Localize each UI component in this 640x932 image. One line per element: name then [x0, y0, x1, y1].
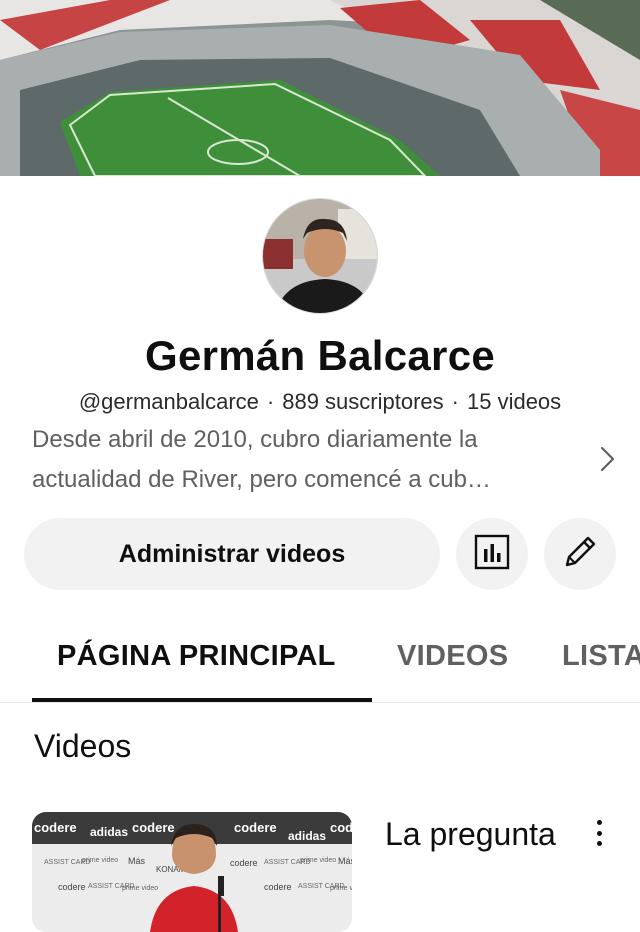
sponsor-label: adidas [90, 825, 128, 839]
channel-handle: @germanbalcarce [78, 389, 259, 414]
section-title: Videos [34, 728, 132, 764]
sponsor-label: prime video [122, 885, 158, 892]
sponsor-label: codere [132, 820, 175, 835]
video-thumbnail[interactable]: codere adidas codere codere adidas coder… [32, 812, 352, 932]
sponsor-label: codere [230, 858, 258, 868]
sponsor-label: prime video [300, 857, 336, 864]
video-title[interactable]: La pregunta [385, 812, 585, 856]
channel-meta: @germanbalcarce · 889 suscriptores · 15 vide… [0, 389, 640, 415]
sponsor-label: codere [234, 820, 277, 835]
sponsor-label: prime video [82, 857, 118, 864]
manage-videos-button[interactable]: Administrar videos [24, 518, 440, 590]
active-tab-indicator [32, 698, 372, 702]
chevron-right-icon[interactable] [596, 445, 620, 473]
video-count: 15 videos [466, 389, 562, 414]
more-options-icon[interactable] [586, 818, 612, 848]
meta-separator: · [266, 389, 275, 414]
channel-name: Germán Balcarce [144, 332, 496, 379]
analytics-button[interactable] [456, 518, 528, 590]
subscriber-count: 889 suscriptores [282, 389, 444, 414]
tab-playlists[interactable]: LISTAS [562, 640, 640, 673]
sponsor-label: adidas [288, 829, 326, 843]
tab-home[interactable]: PÁGINA PRINCIPAL [57, 640, 336, 673]
sponsor-label: codere [34, 820, 77, 835]
channel-tabs: PÁGINA PRINCIPAL VIDEOS LISTAS [0, 612, 640, 703]
sponsor-label: prime video [330, 885, 352, 892]
sponsor-label: codere [264, 882, 292, 892]
sponsor-label: codere [330, 820, 352, 835]
tab-videos[interactable]: VIDEOS [397, 640, 508, 673]
sponsor-label: codere [58, 882, 86, 892]
channel-description[interactable]: Desde abril de 2010, cubro diariamente l… [32, 420, 592, 500]
sponsor-label: Más [128, 856, 146, 866]
meta-separator: · [451, 389, 459, 414]
sponsor-label: Más [338, 856, 352, 866]
description-line: Desde abril de 2010, cubro diariamente l… [32, 426, 478, 453]
description-line: actualidad de River, pero comencé a cub… [32, 466, 491, 493]
avatar[interactable] [262, 198, 378, 314]
bar-chart-icon [474, 534, 510, 575]
channel-banner [0, 0, 640, 176]
pencil-icon [561, 533, 599, 576]
edit-channel-button[interactable] [544, 518, 616, 590]
